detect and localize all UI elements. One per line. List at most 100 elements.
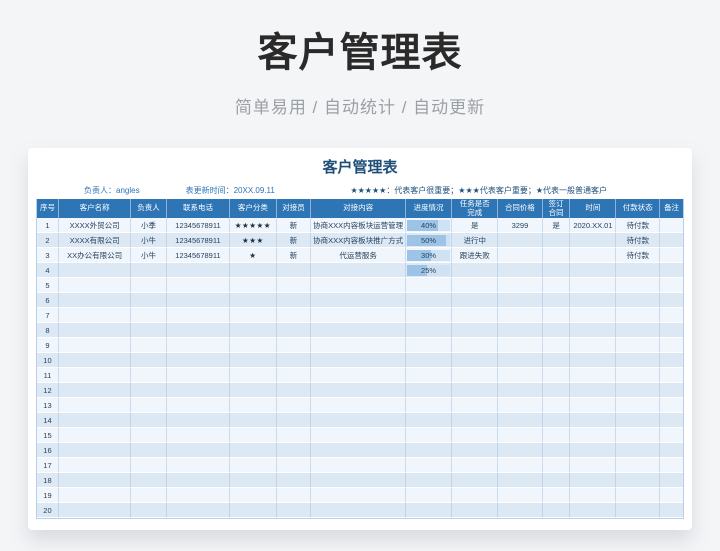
cell-signed[interactable]	[543, 488, 571, 503]
cell-time[interactable]	[570, 278, 616, 293]
cell-category[interactable]	[230, 443, 277, 458]
cell-progress[interactable]	[406, 413, 453, 428]
cell-contact[interactable]	[277, 383, 312, 398]
cell-status[interactable]	[452, 473, 498, 488]
cell-no[interactable]: 3	[37, 248, 59, 263]
cell-signed[interactable]	[543, 338, 571, 353]
cell-status[interactable]	[452, 488, 498, 503]
cell-owner[interactable]	[131, 278, 167, 293]
cell-status[interactable]	[452, 443, 498, 458]
cell-owner[interactable]	[131, 353, 167, 368]
cell-payment[interactable]	[616, 413, 660, 428]
cell-owner[interactable]	[131, 503, 167, 518]
cell-content[interactable]	[311, 473, 405, 488]
cell-time[interactable]	[570, 248, 616, 263]
cell-owner[interactable]	[131, 458, 167, 473]
cell-price[interactable]	[498, 428, 543, 443]
cell-name[interactable]	[59, 263, 131, 278]
cell-price[interactable]	[498, 488, 543, 503]
cell-name[interactable]	[59, 353, 131, 368]
cell-payment[interactable]	[616, 278, 660, 293]
cell-name[interactable]	[59, 338, 131, 353]
cell-contact[interactable]	[277, 503, 312, 518]
cell-owner[interactable]	[131, 293, 167, 308]
cell-owner[interactable]	[131, 428, 167, 443]
cell-note[interactable]	[660, 473, 683, 488]
cell-status[interactable]	[452, 503, 498, 518]
cell-category[interactable]	[230, 398, 277, 413]
cell-name[interactable]	[59, 488, 131, 503]
cell-note[interactable]	[660, 293, 683, 308]
cell-progress[interactable]	[406, 383, 453, 398]
cell-content[interactable]	[311, 398, 405, 413]
cell-content[interactable]	[311, 293, 405, 308]
cell-time[interactable]	[570, 458, 616, 473]
cell-phone[interactable]	[167, 308, 230, 323]
cell-note[interactable]	[660, 308, 683, 323]
cell-phone[interactable]	[167, 398, 230, 413]
cell-time[interactable]	[570, 428, 616, 443]
cell-category[interactable]	[230, 353, 277, 368]
cell-price[interactable]	[498, 323, 543, 338]
cell-signed[interactable]	[543, 233, 571, 248]
cell-owner[interactable]	[131, 383, 167, 398]
cell-status[interactable]	[452, 383, 498, 398]
cell-phone[interactable]	[167, 443, 230, 458]
cell-no[interactable]: 10	[37, 353, 59, 368]
cell-payment[interactable]	[616, 503, 660, 518]
cell-payment[interactable]	[616, 323, 660, 338]
cell-phone[interactable]: 12345678911	[167, 248, 230, 263]
cell-category[interactable]	[230, 458, 277, 473]
cell-content[interactable]: 协商XXX内容板块运营管理	[311, 218, 405, 233]
cell-payment[interactable]	[616, 383, 660, 398]
cell-signed[interactable]: 是	[543, 218, 571, 233]
cell-status[interactable]	[452, 353, 498, 368]
cell-no[interactable]: 5	[37, 278, 59, 293]
cell-name[interactable]: XXXX外贸公司	[59, 218, 131, 233]
cell-name[interactable]: XX办公有限公司	[59, 248, 131, 263]
cell-note[interactable]	[660, 248, 683, 263]
cell-payment[interactable]	[616, 428, 660, 443]
cell-contact[interactable]	[277, 368, 312, 383]
cell-no[interactable]: 19	[37, 488, 59, 503]
cell-category[interactable]: ★★★	[230, 233, 277, 248]
cell-signed[interactable]	[543, 413, 571, 428]
cell-progress[interactable]	[406, 428, 453, 443]
cell-payment[interactable]	[616, 293, 660, 308]
cell-note[interactable]	[660, 428, 683, 443]
cell-no[interactable]: 7	[37, 308, 59, 323]
cell-name[interactable]	[59, 383, 131, 398]
cell-note[interactable]	[660, 398, 683, 413]
cell-no[interactable]: 2	[37, 233, 59, 248]
cell-owner[interactable]: 小牛	[131, 233, 167, 248]
cell-note[interactable]	[660, 368, 683, 383]
cell-category[interactable]	[230, 503, 277, 518]
cell-status[interactable]	[452, 458, 498, 473]
cell-phone[interactable]: 12345678911	[167, 218, 230, 233]
cell-status[interactable]	[452, 368, 498, 383]
cell-payment[interactable]	[616, 368, 660, 383]
cell-category[interactable]	[230, 293, 277, 308]
cell-signed[interactable]	[543, 443, 571, 458]
cell-no[interactable]: 17	[37, 458, 59, 473]
cell-note[interactable]	[660, 218, 683, 233]
cell-price[interactable]	[498, 443, 543, 458]
cell-price[interactable]	[498, 263, 543, 278]
cell-category[interactable]	[230, 263, 277, 278]
cell-progress[interactable]	[406, 443, 453, 458]
cell-no[interactable]: 20	[37, 503, 59, 518]
cell-payment[interactable]	[616, 263, 660, 278]
cell-phone[interactable]	[167, 278, 230, 293]
cell-category[interactable]	[230, 278, 277, 293]
cell-name[interactable]	[59, 278, 131, 293]
cell-no[interactable]: 16	[37, 443, 59, 458]
cell-price[interactable]	[498, 248, 543, 263]
cell-price[interactable]	[498, 503, 543, 518]
cell-status[interactable]	[452, 263, 498, 278]
cell-payment[interactable]	[616, 338, 660, 353]
cell-category[interactable]	[230, 488, 277, 503]
cell-time[interactable]	[570, 263, 616, 278]
cell-time[interactable]	[570, 293, 616, 308]
cell-owner[interactable]	[131, 308, 167, 323]
cell-signed[interactable]	[543, 473, 571, 488]
